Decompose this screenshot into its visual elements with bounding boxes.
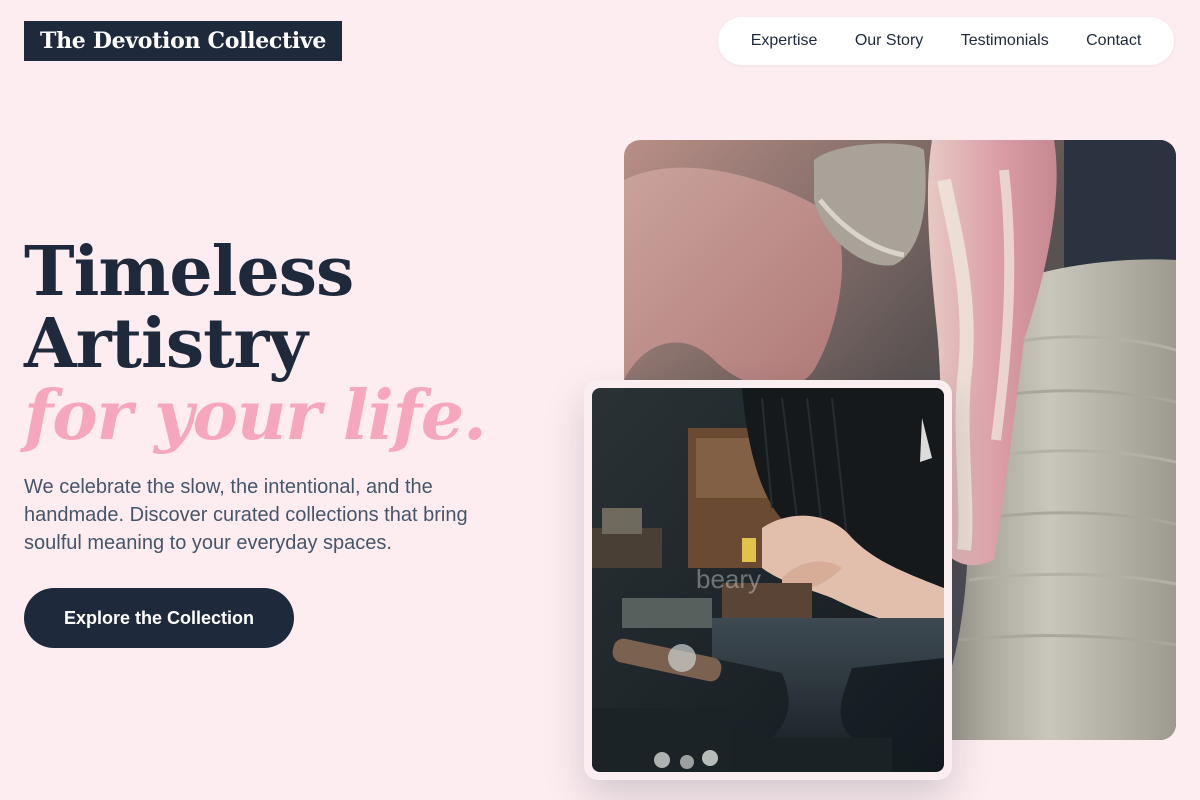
jeweler-photo-card: beary (584, 380, 952, 780)
nav-item-testimonials[interactable]: Testimonials (961, 32, 1049, 50)
headline-line-2: Artistry (24, 304, 308, 384)
landing-page: The Devotion Collective Expertise Our St… (0, 0, 1200, 800)
brand-name: The Devotion Collective (40, 28, 327, 54)
hero-description: We celebrate the slow, the intentional, … (24, 476, 468, 554)
hero-headline: Timeless Artistry for your life. (24, 236, 584, 452)
main-nav: Expertise Our Story Testimonials Contact (718, 17, 1174, 65)
headline-line-1: Timeless (24, 232, 354, 312)
jeweler-image (592, 388, 944, 772)
headline-accent-line: for your life. (24, 376, 487, 456)
nav-item-expertise[interactable]: Expertise (751, 32, 818, 50)
nav-item-contact[interactable]: Contact (1086, 32, 1141, 50)
explore-collection-button[interactable]: Explore the Collection (24, 588, 294, 648)
nav-item-our-story[interactable]: Our Story (855, 32, 923, 50)
jeweler-photo (592, 388, 944, 772)
brand-logo[interactable]: The Devotion Collective (24, 21, 343, 61)
